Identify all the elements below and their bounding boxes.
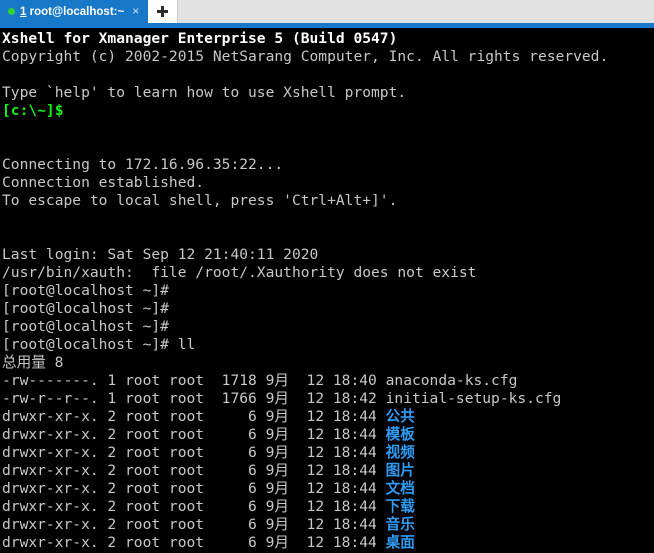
- listing-row: drwxr-xr-x. 2 root root 6 9月 12 18:44 模板: [2, 426, 654, 444]
- tab-bar: 1 root@localhost:~ ×: [0, 0, 654, 23]
- new-tab-button[interactable]: [148, 0, 179, 23]
- listing-row-metadata: drwxr-xr-x. 2 root root 6 9月 12 18:44: [2, 480, 386, 497]
- shell-prompt-line: [root@localhost ~]#: [2, 282, 654, 300]
- plus-icon: [157, 6, 169, 17]
- listing-row-metadata: drwxr-xr-x. 2 root root 6 9月 12 18:44: [2, 462, 386, 479]
- local-shell-prompt: [c:\~]$: [2, 102, 64, 119]
- shell-command-line: [root@localhost ~]# ll: [2, 336, 654, 354]
- listing-row-metadata: drwxr-xr-x. 2 root root 6 9月 12 18:44: [2, 498, 386, 515]
- shell-prompt-line: [root@localhost ~]#: [2, 318, 654, 336]
- xauth-warning-line: /usr/bin/xauth: file /root/.Xauthority d…: [2, 264, 477, 281]
- listing-row-metadata: drwxr-xr-x. 2 root root 6 9月 12 18:44: [2, 534, 386, 551]
- listing-row-metadata: -rw-------. 1 root root 1718 9月 12 18:40: [2, 372, 386, 389]
- shell-prompt: [root@localhost ~]#: [2, 300, 178, 317]
- listing-row: drwxr-xr-x. 2 root root 6 9月 12 18:44 公共: [2, 408, 654, 426]
- typed-command: ll: [177, 336, 196, 353]
- listing-row: -rw-r--r--. 1 root root 1766 9月 12 18:42…: [2, 390, 654, 408]
- listing-row-metadata: drwxr-xr-x. 2 root root 6 9月 12 18:44: [2, 444, 386, 461]
- listing-row-metadata: drwxr-xr-x. 2 root root 6 9月 12 18:44: [2, 516, 386, 533]
- listing-file-name: anaconda-ks.cfg: [385, 372, 518, 389]
- listing-directory-name: 下载: [385, 498, 415, 515]
- listing-directory-name: 公共: [385, 408, 415, 425]
- listing-directory-name: 图片: [385, 462, 415, 479]
- listing-row: drwxr-xr-x. 2 root root 6 9月 12 18:44 下载: [2, 498, 654, 516]
- listing-total-line: 总用量 8: [2, 354, 64, 371]
- listing-row-metadata: drwxr-xr-x. 2 root root 6 9月 12 18:44: [2, 426, 386, 443]
- terminal-output-area[interactable]: Xshell for Xmanager Enterprise 5 (Build …: [0, 28, 654, 553]
- terminal-tab-1[interactable]: 1 root@localhost:~ ×: [0, 0, 149, 23]
- listing-row-metadata: -rw-r--r--. 1 root root 1766 9月 12 18:42: [2, 390, 386, 407]
- listing-directory-name: 模板: [385, 426, 415, 443]
- close-icon[interactable]: ×: [129, 5, 142, 19]
- escape-hint-line: To escape to local shell, press 'Ctrl+Al…: [2, 192, 398, 209]
- shell-prompt-line: [root@localhost ~]#: [2, 300, 654, 318]
- listing-row: drwxr-xr-x. 2 root root 6 9月 12 18:44 文档: [2, 480, 654, 498]
- shell-prompt: [root@localhost ~]#: [2, 318, 178, 335]
- listing-row: drwxr-xr-x. 2 root root 6 9月 12 18:44 视频: [2, 444, 654, 462]
- tab-title: 1 root@localhost:~: [20, 6, 124, 18]
- listing-directory-name: 视频: [385, 444, 415, 461]
- listing-directory-name: 文档: [385, 480, 415, 497]
- listing-row-metadata: drwxr-xr-x. 2 root root 6 9月 12 18:44: [2, 408, 386, 425]
- listing-directory-name: 音乐: [385, 516, 415, 533]
- tab-session-name: root@localhost:~: [26, 5, 125, 18]
- banner-product-line: Xshell for Xmanager Enterprise 5 (Build …: [2, 30, 398, 47]
- connection-established-line: Connection established.: [2, 174, 205, 191]
- listing-file-name: initial-setup-ks.cfg: [385, 390, 562, 407]
- listing-directory-name: 桌面: [385, 534, 415, 551]
- connecting-line: Connecting to 172.16.96.35:22...: [2, 156, 284, 173]
- directory-listing: -rw-------. 1 root root 1718 9月 12 18:40…: [2, 372, 654, 552]
- listing-row: drwxr-xr-x. 2 root root 6 9月 12 18:44 图片: [2, 462, 654, 480]
- banner-copyright-line: Copyright (c) 2002-2015 NetSarang Comput…: [2, 48, 609, 65]
- connection-status-icon: [8, 8, 15, 15]
- listing-row: drwxr-xr-x. 2 root root 6 9月 12 18:44 桌面: [2, 534, 654, 552]
- last-login-line: Last login: Sat Sep 12 21:40:11 2020: [2, 246, 319, 263]
- tab-bar-empty-area: [178, 0, 654, 23]
- banner-help-line: Type `help' to learn how to use Xshell p…: [2, 84, 407, 101]
- shell-prompt: [root@localhost ~]#: [2, 336, 178, 353]
- listing-row: drwxr-xr-x. 2 root root 6 9月 12 18:44 音乐: [2, 516, 654, 534]
- listing-row: -rw-------. 1 root root 1718 9月 12 18:40…: [2, 372, 654, 390]
- shell-prompt: [root@localhost ~]#: [2, 282, 178, 299]
